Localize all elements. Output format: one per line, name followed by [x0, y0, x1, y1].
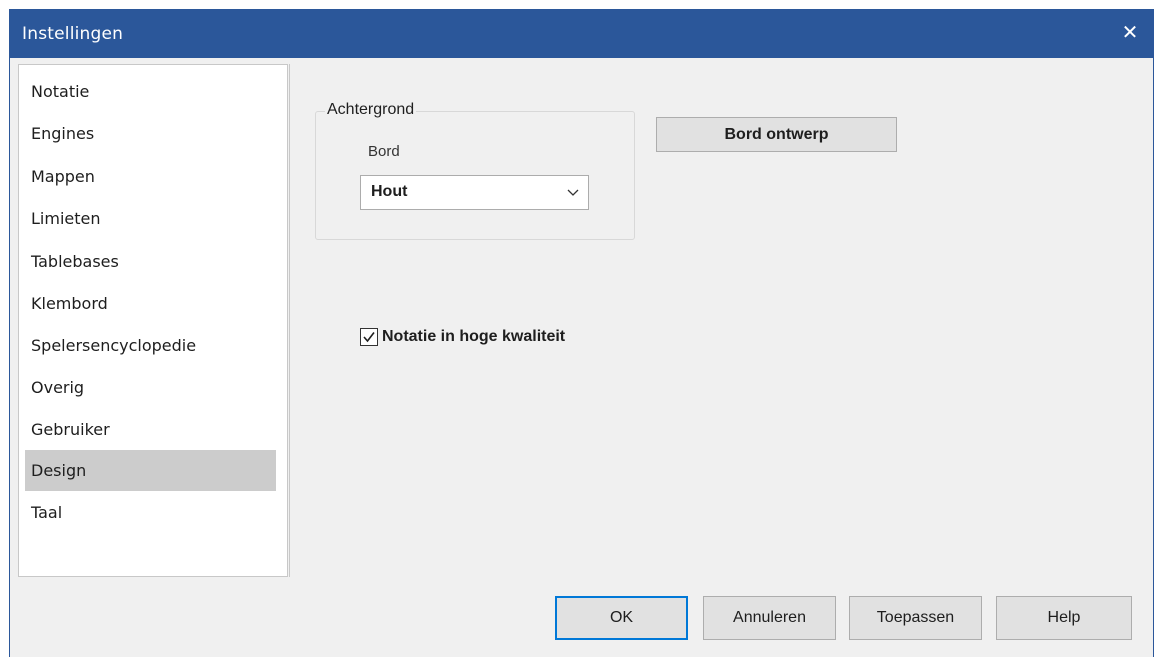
- settings-dialog: Instellingen ✕ Notatie Engines Mappen Li…: [9, 9, 1154, 657]
- sidebar-item-notatie[interactable]: Notatie: [25, 71, 276, 112]
- cancel-button[interactable]: Annuleren: [703, 596, 836, 640]
- high-quality-checkbox-label: Notatie in hoge kwaliteit: [382, 328, 566, 345]
- sidebar-item-mappen[interactable]: Mappen: [25, 156, 276, 197]
- settings-category-list: Notatie Engines Mappen Limieten Tablebas…: [18, 64, 288, 577]
- close-icon[interactable]: ✕: [1107, 9, 1153, 55]
- sidebar-item-klembord[interactable]: Klembord: [25, 283, 276, 324]
- sidebar-item-gebruiker[interactable]: Gebruiker: [25, 409, 276, 450]
- board-design-button[interactable]: Bord ontwerp: [656, 117, 897, 152]
- sidebar-item-design[interactable]: Design: [25, 450, 276, 491]
- board-label: Bord: [368, 143, 400, 160]
- help-button[interactable]: Help: [996, 596, 1132, 640]
- ok-button[interactable]: OK: [555, 596, 688, 640]
- sidebar-item-taal[interactable]: Taal: [25, 492, 276, 533]
- board-style-select[interactable]: Hout: [360, 175, 589, 210]
- board-style-value: Hout: [371, 183, 408, 200]
- background-group-title: Achtergrond: [325, 101, 417, 119]
- sidebar-item-overig[interactable]: Overig: [25, 367, 276, 408]
- title-bar[interactable]: Instellingen ✕: [10, 9, 1153, 58]
- sidebar-item-limieten[interactable]: Limieten: [25, 198, 276, 239]
- window-title: Instellingen: [22, 24, 124, 44]
- sidebar-item-tablebases[interactable]: Tablebases: [25, 241, 276, 282]
- sidebar-item-engines[interactable]: Engines: [25, 113, 276, 154]
- checkmark-icon: [363, 332, 375, 343]
- design-settings-panel: Achtergrond Bord Hout Bord ontwerp Notat…: [289, 64, 1150, 577]
- high-quality-notation-option[interactable]: Notatie in hoge kwaliteit: [360, 323, 860, 351]
- sidebar-item-spelersencyclopedie[interactable]: Spelersencyclopedie: [25, 325, 276, 366]
- apply-button[interactable]: Toepassen: [849, 596, 982, 640]
- chevron-down-icon: [567, 189, 579, 196]
- high-quality-checkbox[interactable]: [360, 328, 378, 346]
